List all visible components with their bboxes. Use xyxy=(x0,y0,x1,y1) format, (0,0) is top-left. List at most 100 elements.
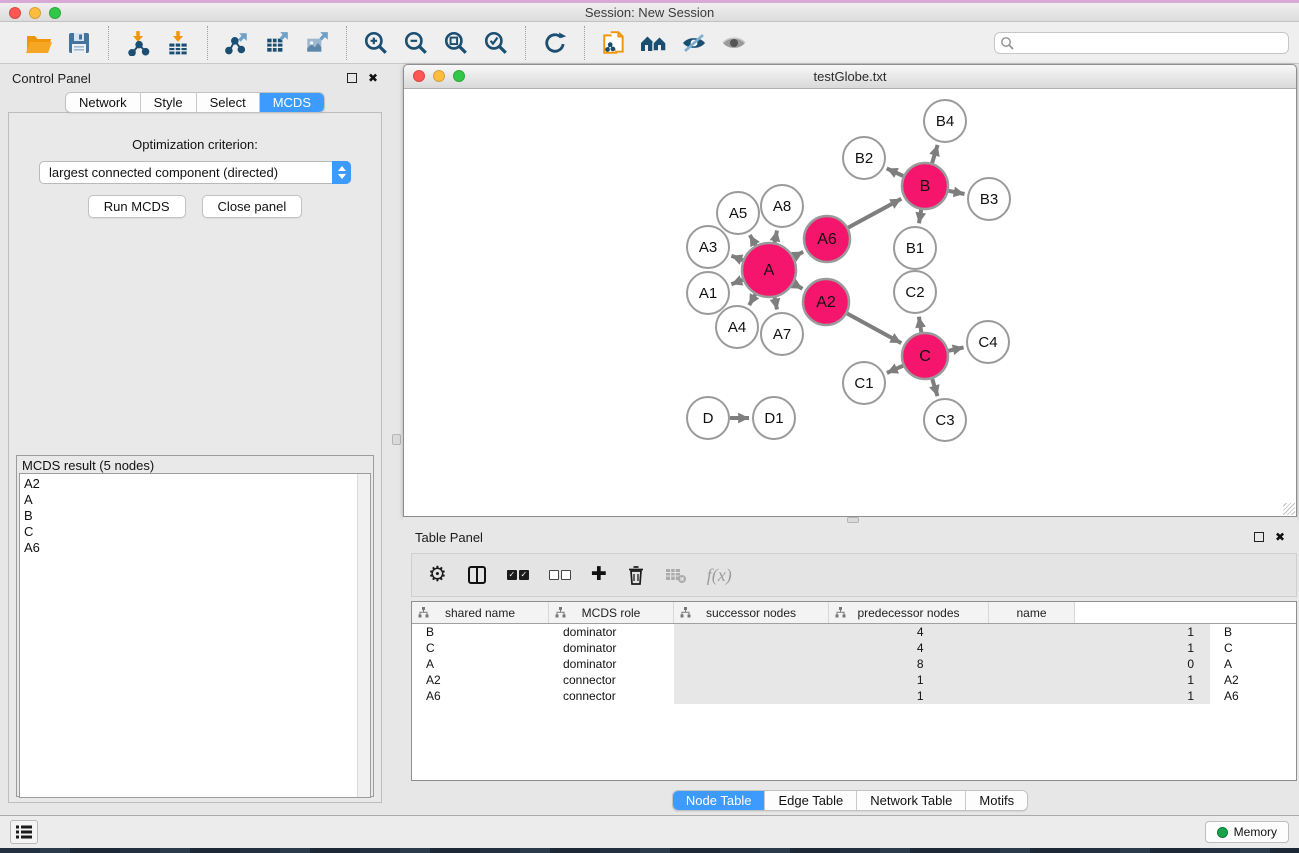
close-panel-icon[interactable]: ✖ xyxy=(368,73,378,83)
cell[interactable]: A6 xyxy=(1210,688,1296,704)
table-tab-edge-table[interactable]: Edge Table xyxy=(765,791,857,810)
zoom-out-icon[interactable] xyxy=(396,27,436,59)
table-tab-motifs[interactable]: Motifs xyxy=(966,791,1027,810)
clone-network-icon[interactable] xyxy=(594,27,634,59)
cell[interactable]: 4 xyxy=(674,624,940,640)
import-table-icon[interactable] xyxy=(158,27,198,59)
export-image-icon[interactable] xyxy=(297,27,337,59)
show-eye-icon[interactable] xyxy=(714,27,754,59)
open-session-icon[interactable] xyxy=(19,27,59,59)
save-session-icon[interactable] xyxy=(59,27,99,59)
table-row[interactable]: Bdominator41B xyxy=(412,624,1296,640)
column-header-successor-nodes[interactable]: successor nodes xyxy=(674,602,829,623)
vertical-splitter-handle[interactable] xyxy=(392,434,401,445)
table-close-panel-icon[interactable]: ✖ xyxy=(1275,532,1285,542)
column-header-name[interactable]: name xyxy=(989,602,1075,623)
result-scrollbar[interactable] xyxy=(357,474,370,797)
tab-network[interactable]: Network xyxy=(66,93,141,112)
resize-grip[interactable] xyxy=(1283,503,1295,515)
edge-B-B3[interactable] xyxy=(949,191,965,194)
export-table-icon[interactable] xyxy=(257,27,297,59)
edge-B-B2[interactable] xyxy=(887,168,904,176)
float-panel-icon[interactable] xyxy=(347,73,357,83)
cell[interactable]: dominator xyxy=(549,624,674,640)
edge-C-C1[interactable] xyxy=(887,366,903,373)
network-close-icon[interactable] xyxy=(413,70,425,82)
edge-B-B1[interactable] xyxy=(919,210,921,224)
cell[interactable]: 1 xyxy=(940,640,1211,656)
cell[interactable]: dominator xyxy=(549,656,674,672)
delete-column-icon[interactable] xyxy=(627,565,645,585)
edge-A-A3[interactable] xyxy=(731,256,742,260)
cell[interactable]: 1 xyxy=(940,672,1211,688)
cell[interactable]: 1 xyxy=(940,624,1211,640)
cell[interactable]: C xyxy=(1210,640,1296,656)
edge-A-A7[interactable] xyxy=(775,297,777,309)
criterion-select[interactable]: largest connected component (directed) xyxy=(39,161,351,184)
edge-A-A2[interactable] xyxy=(793,284,802,289)
select-all-icon[interactable]: ✓✓ xyxy=(507,570,529,580)
table-tab-node-table[interactable]: Node Table xyxy=(673,791,766,810)
table-row[interactable]: Adominator80A xyxy=(412,656,1296,672)
network-minimize-icon[interactable] xyxy=(433,70,445,82)
horizontal-splitter-handle[interactable] xyxy=(847,517,859,523)
table-tab-network-table[interactable]: Network Table xyxy=(857,791,966,810)
add-column-icon[interactable]: ✚ xyxy=(591,565,607,585)
edge-A6-B[interactable] xyxy=(848,199,901,228)
refresh-icon[interactable] xyxy=(535,27,575,59)
horizontal-splitter[interactable] xyxy=(403,517,1297,523)
edge-C-C4[interactable] xyxy=(948,347,963,350)
zoom-in-icon[interactable] xyxy=(356,27,396,59)
import-network-icon[interactable] xyxy=(118,27,158,59)
cell[interactable]: A xyxy=(1210,656,1296,672)
home-layout-icon[interactable] xyxy=(634,27,674,59)
network-canvas[interactable]: B4B2BB3A8A5A6A3B1AA1C2A2A4A7C4CC1C3DD1 xyxy=(404,89,1296,516)
cell[interactable]: connector xyxy=(549,688,674,704)
export-network-icon[interactable] xyxy=(217,27,257,59)
edge-A-A1[interactable] xyxy=(731,280,742,284)
close-window-icon[interactable] xyxy=(9,7,21,19)
maximize-window-icon[interactable] xyxy=(49,7,61,19)
cell[interactable]: A2 xyxy=(1210,672,1296,688)
table-row[interactable]: A2connector11A2 xyxy=(412,672,1296,688)
tab-select[interactable]: Select xyxy=(197,93,260,112)
run-mcds-button[interactable]: Run MCDS xyxy=(88,195,186,218)
network-maximize-icon[interactable] xyxy=(453,70,465,82)
zoom-selected-icon[interactable] xyxy=(476,27,516,59)
cell[interactable]: A6 xyxy=(412,688,549,704)
cell[interactable]: 0 xyxy=(940,656,1211,672)
close-panel-button[interactable]: Close panel xyxy=(202,195,303,218)
edge-A2-C[interactable] xyxy=(847,314,901,344)
cell[interactable]: connector xyxy=(549,672,674,688)
table-row[interactable]: A6connector11A6 xyxy=(412,688,1296,704)
edge-B-B4[interactable] xyxy=(932,145,938,163)
cell[interactable]: B xyxy=(412,624,549,640)
deselect-all-icon[interactable] xyxy=(549,570,571,580)
column-header-shared-name[interactable]: shared name xyxy=(412,602,549,623)
edge-A-A5[interactable] xyxy=(750,235,756,245)
zoom-fit-icon[interactable] xyxy=(436,27,476,59)
memory-button[interactable]: Memory xyxy=(1205,821,1289,843)
network-graph[interactable]: B4B2BB3A8A5A6A3B1AA1C2A2A4A7C4CC1C3DD1 xyxy=(404,89,1296,516)
search-input[interactable] xyxy=(994,32,1289,54)
column-header-mcds-role[interactable]: MCDS role xyxy=(549,602,674,623)
edge-A-A4[interactable] xyxy=(749,294,755,305)
column-chooser-icon[interactable] xyxy=(467,565,487,585)
cell[interactable]: 8 xyxy=(674,656,940,672)
cell[interactable]: A2 xyxy=(412,672,549,688)
cell[interactable]: B xyxy=(1210,624,1296,640)
edge-C-C3[interactable] xyxy=(932,379,937,396)
column-header-predecessor-nodes[interactable]: predecessor nodes xyxy=(829,602,989,623)
cell[interactable]: dominator xyxy=(549,640,674,656)
tab-style[interactable]: Style xyxy=(141,93,197,112)
cell[interactable]: 1 xyxy=(940,688,1211,704)
table-row[interactable]: Cdominator41C xyxy=(412,640,1296,656)
cell[interactable]: C xyxy=(412,640,549,656)
vertical-splitter[interactable] xyxy=(390,64,403,815)
table-float-panel-icon[interactable] xyxy=(1254,532,1264,542)
task-history-button[interactable] xyxy=(10,820,38,844)
cell[interactable]: 1 xyxy=(674,672,940,688)
cell[interactable]: 4 xyxy=(674,640,940,656)
edge-A-A8[interactable] xyxy=(775,231,777,243)
edge-A-A6[interactable] xyxy=(794,252,804,257)
